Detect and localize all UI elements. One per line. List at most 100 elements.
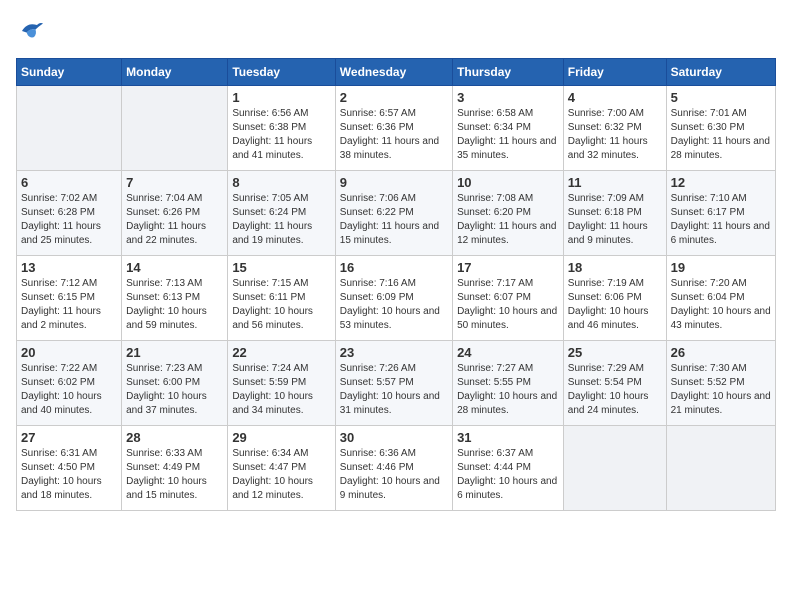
- day-info: Sunrise: 7:17 AM Sunset: 6:07 PM Dayligh…: [457, 277, 559, 333]
- day-info: Sunrise: 7:05 AM Sunset: 6:24 PM Dayligh…: [232, 192, 330, 248]
- day-number: 22: [232, 345, 330, 360]
- calendar-cell: 16 Sunrise: 7:16 AM Sunset: 6:09 PM Dayli…: [335, 256, 452, 341]
- day-number: 28: [126, 430, 223, 445]
- day-info: Sunrise: 7:00 AM Sunset: 6:32 PM Dayligh…: [568, 107, 662, 163]
- day-info: Sunrise: 7:24 AM Sunset: 5:59 PM Dayligh…: [232, 362, 330, 418]
- day-info: Sunrise: 7:20 AM Sunset: 6:04 PM Dayligh…: [671, 277, 771, 333]
- day-info: Sunrise: 6:56 AM Sunset: 6:38 PM Dayligh…: [232, 107, 330, 163]
- calendar-cell: 26 Sunrise: 7:30 AM Sunset: 5:52 PM Dayli…: [666, 341, 775, 426]
- calendar-cell: 11Sunrise: 7:09 AM Sunset: 6:18 PM Dayli…: [563, 171, 666, 256]
- day-info: Sunrise: 7:01 AM Sunset: 6:30 PM Dayligh…: [671, 107, 771, 163]
- day-number: 15: [232, 260, 330, 275]
- calendar-cell: 13 Sunrise: 7:12 AM Sunset: 6:15 PM Dayli…: [17, 256, 122, 341]
- calendar-cell: [122, 86, 228, 171]
- calendar-cell: 9 Sunrise: 7:06 AM Sunset: 6:22 PM Daylig…: [335, 171, 452, 256]
- calendar-cell: 22 Sunrise: 7:24 AM Sunset: 5:59 PM Dayli…: [228, 341, 335, 426]
- day-info: Sunrise: 6:58 AM Sunset: 6:34 PM Dayligh…: [457, 107, 559, 163]
- calendar-cell: 27Sunrise: 6:31 AM Sunset: 4:50 PM Dayli…: [17, 426, 122, 511]
- calendar-cell: 5 Sunrise: 7:01 AM Sunset: 6:30 PM Daylig…: [666, 86, 775, 171]
- calendar-cell: 17 Sunrise: 7:17 AM Sunset: 6:07 PM Dayli…: [453, 256, 564, 341]
- page-header: [16, 16, 776, 46]
- weekday-header: Saturday: [666, 59, 775, 86]
- weekday-header: Wednesday: [335, 59, 452, 86]
- calendar-table: SundayMondayTuesdayWednesdayThursdayFrid…: [16, 58, 776, 511]
- calendar-cell: 7 Sunrise: 7:04 AM Sunset: 6:26 PM Daylig…: [122, 171, 228, 256]
- day-info: Sunrise: 6:57 AM Sunset: 6:36 PM Dayligh…: [340, 107, 448, 163]
- day-info: Sunrise: 7:12 AM Sunset: 6:15 PM Dayligh…: [21, 277, 117, 333]
- day-info: Sunrise: 6:33 AM Sunset: 4:49 PM Dayligh…: [126, 447, 223, 503]
- calendar-cell: 30Sunrise: 6:36 AM Sunset: 4:46 PM Dayli…: [335, 426, 452, 511]
- day-number: 14: [126, 260, 223, 275]
- day-info: Sunrise: 7:13 AM Sunset: 6:13 PM Dayligh…: [126, 277, 223, 333]
- calendar-week-row: 20 Sunrise: 7:22 AM Sunset: 6:02 PM Dayli…: [17, 341, 776, 426]
- calendar-week-row: 6 Sunrise: 7:02 AM Sunset: 6:28 PM Daylig…: [17, 171, 776, 256]
- day-number: 2: [340, 90, 448, 105]
- day-info: Sunrise: 7:26 AM Sunset: 5:57 PM Dayligh…: [340, 362, 448, 418]
- day-number: 19: [671, 260, 771, 275]
- day-number: 17: [457, 260, 559, 275]
- day-number: 26: [671, 345, 771, 360]
- calendar-cell: [666, 426, 775, 511]
- day-number: 23: [340, 345, 448, 360]
- day-number: 31: [457, 430, 559, 445]
- calendar-cell: 10Sunrise: 7:08 AM Sunset: 6:20 PM Dayli…: [453, 171, 564, 256]
- logo: [16, 16, 50, 46]
- day-number: 29: [232, 430, 330, 445]
- day-number: 30: [340, 430, 448, 445]
- calendar-week-row: 13 Sunrise: 7:12 AM Sunset: 6:15 PM Dayli…: [17, 256, 776, 341]
- weekday-header: Tuesday: [228, 59, 335, 86]
- calendar-cell: 29 Sunrise: 6:34 AM Sunset: 4:47 PM Dayli…: [228, 426, 335, 511]
- calendar-cell: 24Sunrise: 7:27 AM Sunset: 5:55 PM Dayli…: [453, 341, 564, 426]
- day-number: 8: [232, 175, 330, 190]
- day-number: 3: [457, 90, 559, 105]
- day-number: 24: [457, 345, 559, 360]
- day-info: Sunrise: 7:16 AM Sunset: 6:09 PM Dayligh…: [340, 277, 448, 333]
- day-info: Sunrise: 7:23 AM Sunset: 6:00 PM Dayligh…: [126, 362, 223, 418]
- calendar-week-row: 1 Sunrise: 6:56 AM Sunset: 6:38 PM Daylig…: [17, 86, 776, 171]
- day-info: Sunrise: 7:06 AM Sunset: 6:22 PM Dayligh…: [340, 192, 448, 248]
- day-number: 6: [21, 175, 117, 190]
- day-number: 16: [340, 260, 448, 275]
- calendar-cell: 28 Sunrise: 6:33 AM Sunset: 4:49 PM Dayli…: [122, 426, 228, 511]
- calendar-cell: 21 Sunrise: 7:23 AM Sunset: 6:00 PM Dayli…: [122, 341, 228, 426]
- day-number: 9: [340, 175, 448, 190]
- day-number: 4: [568, 90, 662, 105]
- weekday-header: Monday: [122, 59, 228, 86]
- calendar-cell: 31 Sunrise: 6:37 AM Sunset: 4:44 PM Dayli…: [453, 426, 564, 511]
- calendar-cell: 15Sunrise: 7:15 AM Sunset: 6:11 PM Dayli…: [228, 256, 335, 341]
- weekday-header: Sunday: [17, 59, 122, 86]
- day-info: Sunrise: 6:34 AM Sunset: 4:47 PM Dayligh…: [232, 447, 330, 503]
- day-number: 21: [126, 345, 223, 360]
- day-number: 11: [568, 175, 662, 190]
- calendar-cell: 14 Sunrise: 7:13 AM Sunset: 6:13 PM Dayli…: [122, 256, 228, 341]
- calendar-cell: 18 Sunrise: 7:19 AM Sunset: 6:06 PM Dayli…: [563, 256, 666, 341]
- day-info: Sunrise: 7:04 AM Sunset: 6:26 PM Dayligh…: [126, 192, 223, 248]
- day-info: Sunrise: 7:22 AM Sunset: 6:02 PM Dayligh…: [21, 362, 117, 418]
- day-number: 13: [21, 260, 117, 275]
- day-number: 25: [568, 345, 662, 360]
- day-number: 5: [671, 90, 771, 105]
- weekday-header-row: SundayMondayTuesdayWednesdayThursdayFrid…: [17, 59, 776, 86]
- calendar-cell: 3 Sunrise: 6:58 AM Sunset: 6:34 PM Daylig…: [453, 86, 564, 171]
- day-info: Sunrise: 7:19 AM Sunset: 6:06 PM Dayligh…: [568, 277, 662, 333]
- calendar-cell: 8 Sunrise: 7:05 AM Sunset: 6:24 PM Daylig…: [228, 171, 335, 256]
- day-info: Sunrise: 7:30 AM Sunset: 5:52 PM Dayligh…: [671, 362, 771, 418]
- calendar-cell: 6 Sunrise: 7:02 AM Sunset: 6:28 PM Daylig…: [17, 171, 122, 256]
- day-number: 18: [568, 260, 662, 275]
- day-number: 20: [21, 345, 117, 360]
- day-number: 27: [21, 430, 117, 445]
- calendar-cell: [563, 426, 666, 511]
- day-number: 7: [126, 175, 223, 190]
- calendar-cell: 20 Sunrise: 7:22 AM Sunset: 6:02 PM Dayli…: [17, 341, 122, 426]
- day-info: Sunrise: 6:37 AM Sunset: 4:44 PM Dayligh…: [457, 447, 559, 503]
- calendar-cell: 4 Sunrise: 7:00 AM Sunset: 6:32 PM Daylig…: [563, 86, 666, 171]
- weekday-header: Friday: [563, 59, 666, 86]
- calendar-cell: 25Sunrise: 7:29 AM Sunset: 5:54 PM Dayli…: [563, 341, 666, 426]
- day-number: 1: [232, 90, 330, 105]
- day-info: Sunrise: 7:10 AM Sunset: 6:17 PM Dayligh…: [671, 192, 771, 248]
- calendar-cell: 1 Sunrise: 6:56 AM Sunset: 6:38 PM Daylig…: [228, 86, 335, 171]
- day-info: Sunrise: 7:08 AM Sunset: 6:20 PM Dayligh…: [457, 192, 559, 248]
- calendar-week-row: 27Sunrise: 6:31 AM Sunset: 4:50 PM Dayli…: [17, 426, 776, 511]
- day-number: 12: [671, 175, 771, 190]
- day-info: Sunrise: 7:02 AM Sunset: 6:28 PM Dayligh…: [21, 192, 117, 248]
